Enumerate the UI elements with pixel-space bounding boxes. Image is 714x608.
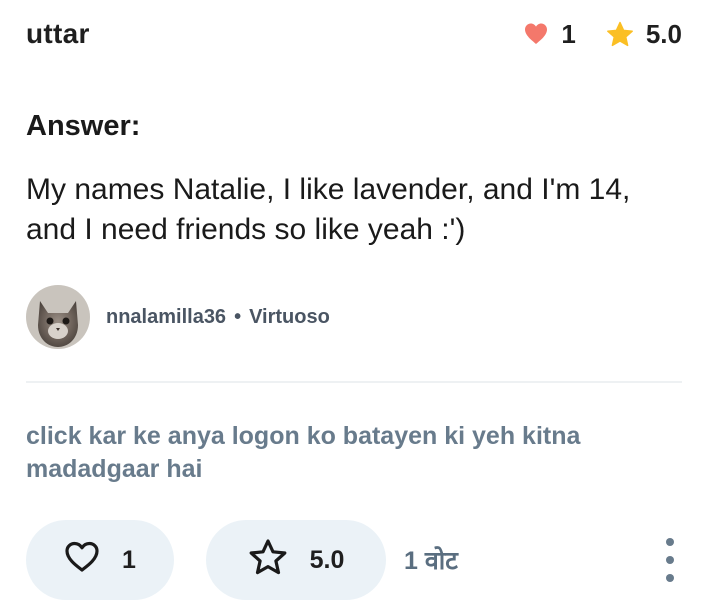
rate-button[interactable]: 5.0 <box>206 520 386 600</box>
votes-count: 1 वोट <box>404 547 458 575</box>
like-count: 1 <box>122 545 136 574</box>
answer-stats: 1 5.0 <box>523 19 682 50</box>
answer-text: My names Natalie, I like lavender, and I… <box>26 173 631 246</box>
author-meta: nnalamilla36 • Virtuoso <box>106 306 330 329</box>
more-dot <box>666 574 674 582</box>
helpful-prompt: click kar ke anya logon ko batayen ki ye… <box>26 422 581 483</box>
likes-stat: 1 <box>523 18 576 50</box>
author-row: nnalamilla36 • Virtuoso <box>26 285 330 349</box>
star-icon <box>606 21 634 48</box>
heart-outline-icon <box>64 541 100 580</box>
like-button[interactable]: 1 <box>26 520 174 600</box>
action-bar: 1 5.0 1 वोट <box>26 520 682 600</box>
rating-value: 5.0 <box>645 18 682 49</box>
rating-stat: 5.0 <box>606 19 682 50</box>
answer-header: uttar 1 5.0 <box>26 14 682 54</box>
author-username[interactable]: nnalamilla36 <box>106 306 226 329</box>
heart-icon <box>523 22 549 46</box>
divider <box>26 381 682 383</box>
answer-label: Answer: <box>26 110 141 142</box>
likes-count: 1 <box>561 18 576 49</box>
avatar[interactable] <box>26 285 90 349</box>
more-dot <box>666 556 674 564</box>
more-vertical-icon[interactable] <box>658 538 682 582</box>
author-rank: Virtuoso <box>249 305 330 328</box>
separator-dot: • <box>234 305 242 328</box>
question-title: uttar <box>26 18 90 49</box>
star-outline-icon <box>248 538 288 583</box>
rating-value: 5.0 <box>309 545 345 574</box>
more-dot <box>666 538 674 546</box>
